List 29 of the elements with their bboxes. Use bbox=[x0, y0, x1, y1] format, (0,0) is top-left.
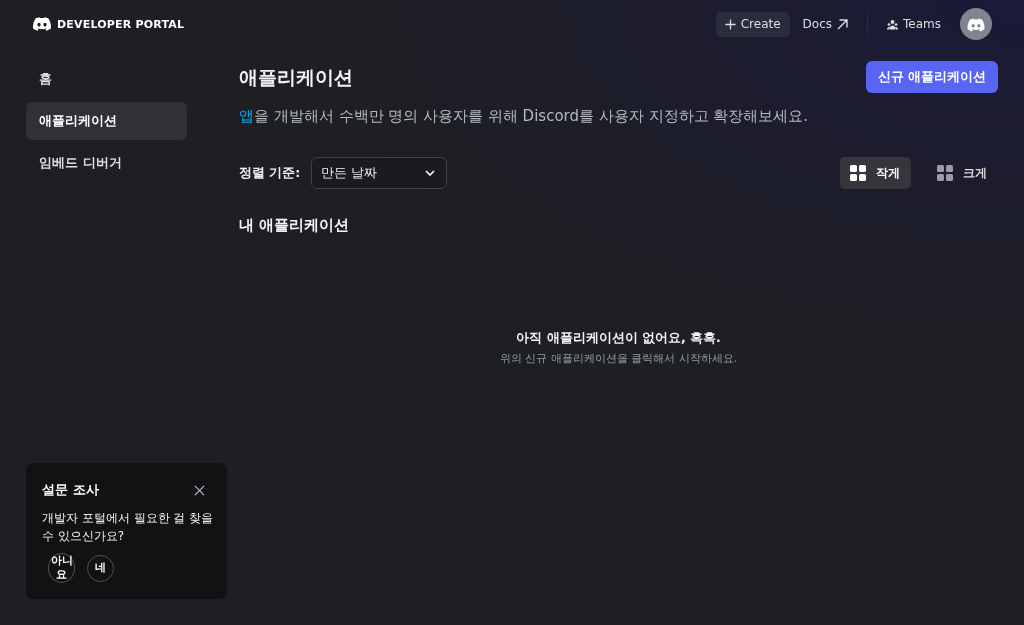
sort-dropdown[interactable]: 만든 날짜 bbox=[311, 157, 448, 189]
survey-question: 개발자 포털에서 필요한 걸 찾을 수 있으신가요? bbox=[42, 510, 215, 545]
avatar-icon[interactable] bbox=[960, 8, 992, 40]
page-title: 애플리케이션 bbox=[239, 65, 353, 90]
survey-title: 설문 조사 bbox=[42, 481, 99, 499]
arrow-up-right-icon bbox=[837, 18, 849, 30]
logo-icon bbox=[33, 17, 51, 31]
empty-title: 아직 애플리케이션이 없어요, 흑흑. bbox=[516, 329, 721, 347]
new-application-button[interactable]: 신규 애플리케이션 bbox=[865, 61, 998, 93]
grid-icon bbox=[937, 165, 953, 181]
sidebar-item[interactable]: 애플리케이션 bbox=[26, 102, 187, 140]
page-description: 앱을 개발해서 수백만 명의 사용자를 위해 Discord를 사용자 지정하고 확장해보세요. bbox=[239, 106, 810, 127]
docs-link[interactable]: Docs bbox=[793, 11, 858, 37]
grid-icon bbox=[850, 165, 866, 181]
sidebar-item[interactable]: 임베드 디버거 bbox=[26, 144, 187, 182]
create-button[interactable]: Create bbox=[715, 11, 790, 37]
view-toggle[interactable]: 크게 bbox=[927, 157, 998, 189]
close-icon[interactable] bbox=[194, 484, 205, 496]
chevron-down-icon bbox=[425, 170, 436, 176]
sidebar-item[interactable]: 홈 bbox=[26, 60, 187, 98]
plus-icon bbox=[724, 18, 736, 30]
empty-hint: 위의 신규 애플리케이션을 클릭해서 시작하세요. bbox=[499, 351, 738, 367]
people-icon bbox=[887, 18, 899, 30]
section-title: 내 애플리케이션 bbox=[239, 215, 351, 236]
apps-link[interactable]: 앱 bbox=[239, 107, 254, 125]
logo-text: DEVELOPER PORTAL bbox=[57, 17, 185, 31]
sort-label: 정렬 기준: bbox=[239, 164, 301, 182]
teams-link[interactable]: Teams bbox=[878, 11, 950, 37]
view-toggle[interactable]: 작게 bbox=[840, 157, 911, 189]
